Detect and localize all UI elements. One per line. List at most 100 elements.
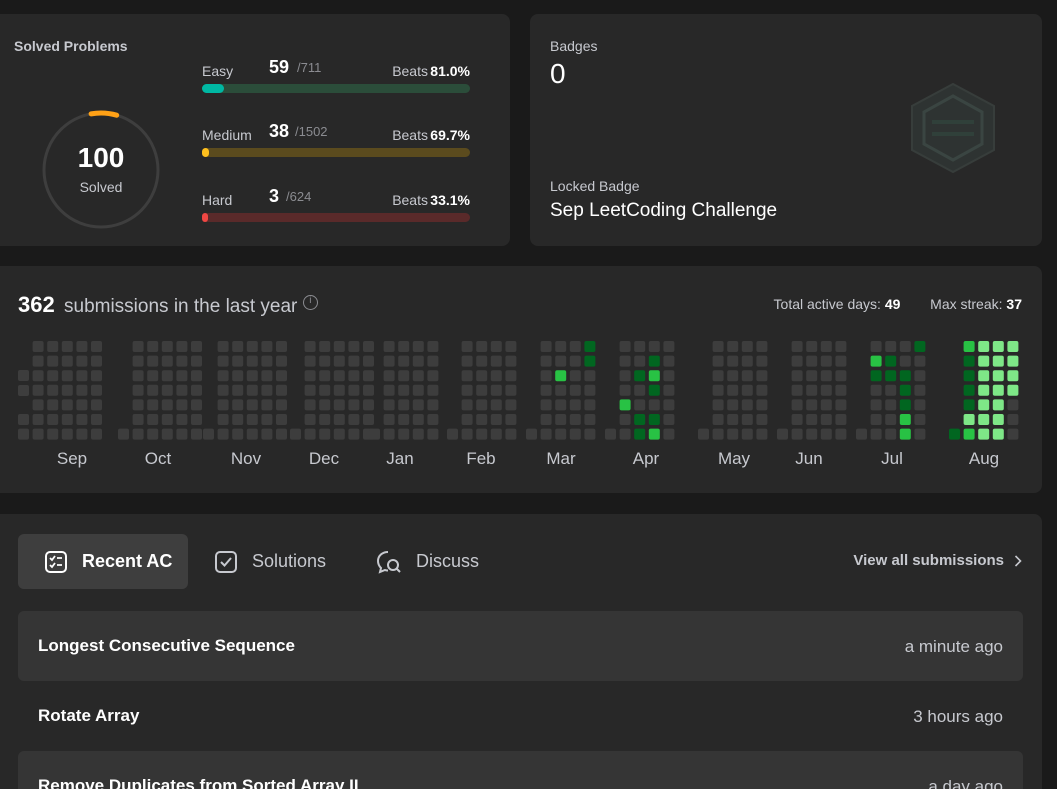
heatmap-cell[interactable] <box>992 414 1004 425</box>
heatmap-cell[interactable] <box>870 428 882 440</box>
heatmap-cell[interactable] <box>412 414 424 425</box>
heatmap-cell[interactable] <box>427 399 439 411</box>
heatmap-cell[interactable] <box>61 384 73 396</box>
heatmap-cell[interactable] <box>490 370 502 382</box>
heatmap-cell[interactable] <box>756 414 768 425</box>
heatmap-cell[interactable] <box>461 399 473 411</box>
heatmap-cell[interactable] <box>1007 399 1019 411</box>
heatmap-cell[interactable] <box>978 341 990 352</box>
heatmap-cell[interactable] <box>47 414 59 425</box>
heatmap-cell[interactable] <box>61 341 73 352</box>
heatmap-cell[interactable] <box>333 355 345 367</box>
heatmap-cell[interactable] <box>540 355 552 367</box>
heatmap-cell[interactable] <box>791 414 803 425</box>
heatmap-cell[interactable] <box>992 341 1004 352</box>
heatmap-cell[interactable] <box>476 370 488 382</box>
heatmap-cell[interactable] <box>727 399 739 411</box>
heatmap-cell[interactable] <box>176 414 188 425</box>
heatmap-cell[interactable] <box>963 399 975 411</box>
heatmap-cell[interactable] <box>232 370 244 382</box>
heatmap-cell[interactable] <box>476 414 488 425</box>
heatmap-cell[interactable] <box>383 370 395 382</box>
heatmap-cell[interactable] <box>412 370 424 382</box>
heatmap-cell[interactable] <box>914 414 926 425</box>
heatmap-cell[interactable] <box>476 341 488 352</box>
heatmap-cell[interactable] <box>246 341 258 352</box>
heatmap-cell[interactable] <box>47 341 59 352</box>
heatmap-cell[interactable] <box>605 428 616 440</box>
heatmap-cell[interactable] <box>899 341 911 352</box>
heatmap-cell[interactable] <box>132 355 144 367</box>
heatmap-cell[interactable] <box>61 414 73 425</box>
heatmap-cell[interactable] <box>398 341 410 352</box>
heatmap-cell[interactable] <box>447 428 458 440</box>
heatmap-cell[interactable] <box>461 355 473 367</box>
heatmap-cell[interactable] <box>369 428 380 440</box>
heatmap-cell[interactable] <box>648 428 660 440</box>
heatmap-cell[interactable] <box>147 355 159 367</box>
heatmap-cell[interactable] <box>217 341 229 352</box>
heatmap-cell[interactable] <box>555 355 567 367</box>
heatmap-cell[interactable] <box>899 399 911 411</box>
heatmap-cell[interactable] <box>1007 428 1019 440</box>
heatmap-cell[interactable] <box>963 370 975 382</box>
heatmap-cell[interactable] <box>176 399 188 411</box>
heatmap-cell[interactable] <box>461 428 473 440</box>
heatmap-cell[interactable] <box>191 428 202 440</box>
heatmap-cell[interactable] <box>261 399 273 411</box>
heatmap-cell[interactable] <box>835 414 847 425</box>
heatmap-cell[interactable] <box>584 341 596 352</box>
heatmap-cell[interactable] <box>147 370 159 382</box>
heatmap-cell[interactable] <box>91 414 102 425</box>
heatmap-cell[interactable] <box>147 428 159 440</box>
heatmap-cell[interactable] <box>304 399 316 411</box>
heatmap-cell[interactable] <box>383 384 395 396</box>
heatmap-cell[interactable] <box>820 414 832 425</box>
heatmap-cell[interactable] <box>276 355 287 367</box>
heatmap-cell[interactable] <box>191 399 202 411</box>
heatmap-cell[interactable] <box>383 428 395 440</box>
heatmap-cell[interactable] <box>914 428 926 440</box>
heatmap-cell[interactable] <box>727 414 739 425</box>
heatmap-cell[interactable] <box>304 384 316 396</box>
heatmap-cell[interactable] <box>820 341 832 352</box>
heatmap-cell[interactable] <box>756 399 768 411</box>
heatmap-cell[interactable] <box>161 355 173 367</box>
heatmap-cell[interactable] <box>619 414 631 425</box>
tab-recent-ac[interactable]: Recent AC <box>18 534 188 589</box>
heatmap-cell[interactable] <box>806 414 818 425</box>
heatmap-cell[interactable] <box>885 414 897 425</box>
heatmap-cell[interactable] <box>634 399 646 411</box>
heatmap-cell[interactable] <box>412 399 424 411</box>
heatmap-cell[interactable] <box>217 399 229 411</box>
heatmap-cell[interactable] <box>363 399 374 411</box>
heatmap-cell[interactable] <box>584 428 596 440</box>
heatmap-cell[interactable] <box>412 341 424 352</box>
heatmap-cell[interactable] <box>835 399 847 411</box>
heatmap-cell[interactable] <box>32 355 44 367</box>
heatmap-cell[interactable] <box>304 341 316 352</box>
heatmap-cell[interactable] <box>619 428 631 440</box>
heatmap-cell[interactable] <box>32 428 44 440</box>
heatmap-cell[interactable] <box>540 341 552 352</box>
heatmap-cell[interactable] <box>304 370 316 382</box>
heatmap-cell[interactable] <box>712 341 724 352</box>
heatmap-cell[interactable] <box>835 370 847 382</box>
heatmap-cell[interactable] <box>505 414 517 425</box>
heatmap-cell[interactable] <box>246 428 258 440</box>
heatmap-cell[interactable] <box>963 384 975 396</box>
heatmap-cell[interactable] <box>147 384 159 396</box>
heatmap-cell[interactable] <box>61 399 73 411</box>
heatmap-cell[interactable] <box>176 370 188 382</box>
heatmap-cell[interactable] <box>870 414 882 425</box>
heatmap-cell[interactable] <box>914 355 926 367</box>
heatmap-cell[interactable] <box>963 355 975 367</box>
heatmap-cell[interactable] <box>663 414 675 425</box>
heatmap-cell[interactable] <box>727 370 739 382</box>
heatmap-cell[interactable] <box>663 428 675 440</box>
heatmap-cell[interactable] <box>363 355 374 367</box>
heatmap-cell[interactable] <box>147 414 159 425</box>
heatmap-cell[interactable] <box>427 370 439 382</box>
heatmap-cell[interactable] <box>333 399 345 411</box>
heatmap-cell[interactable] <box>619 399 631 411</box>
